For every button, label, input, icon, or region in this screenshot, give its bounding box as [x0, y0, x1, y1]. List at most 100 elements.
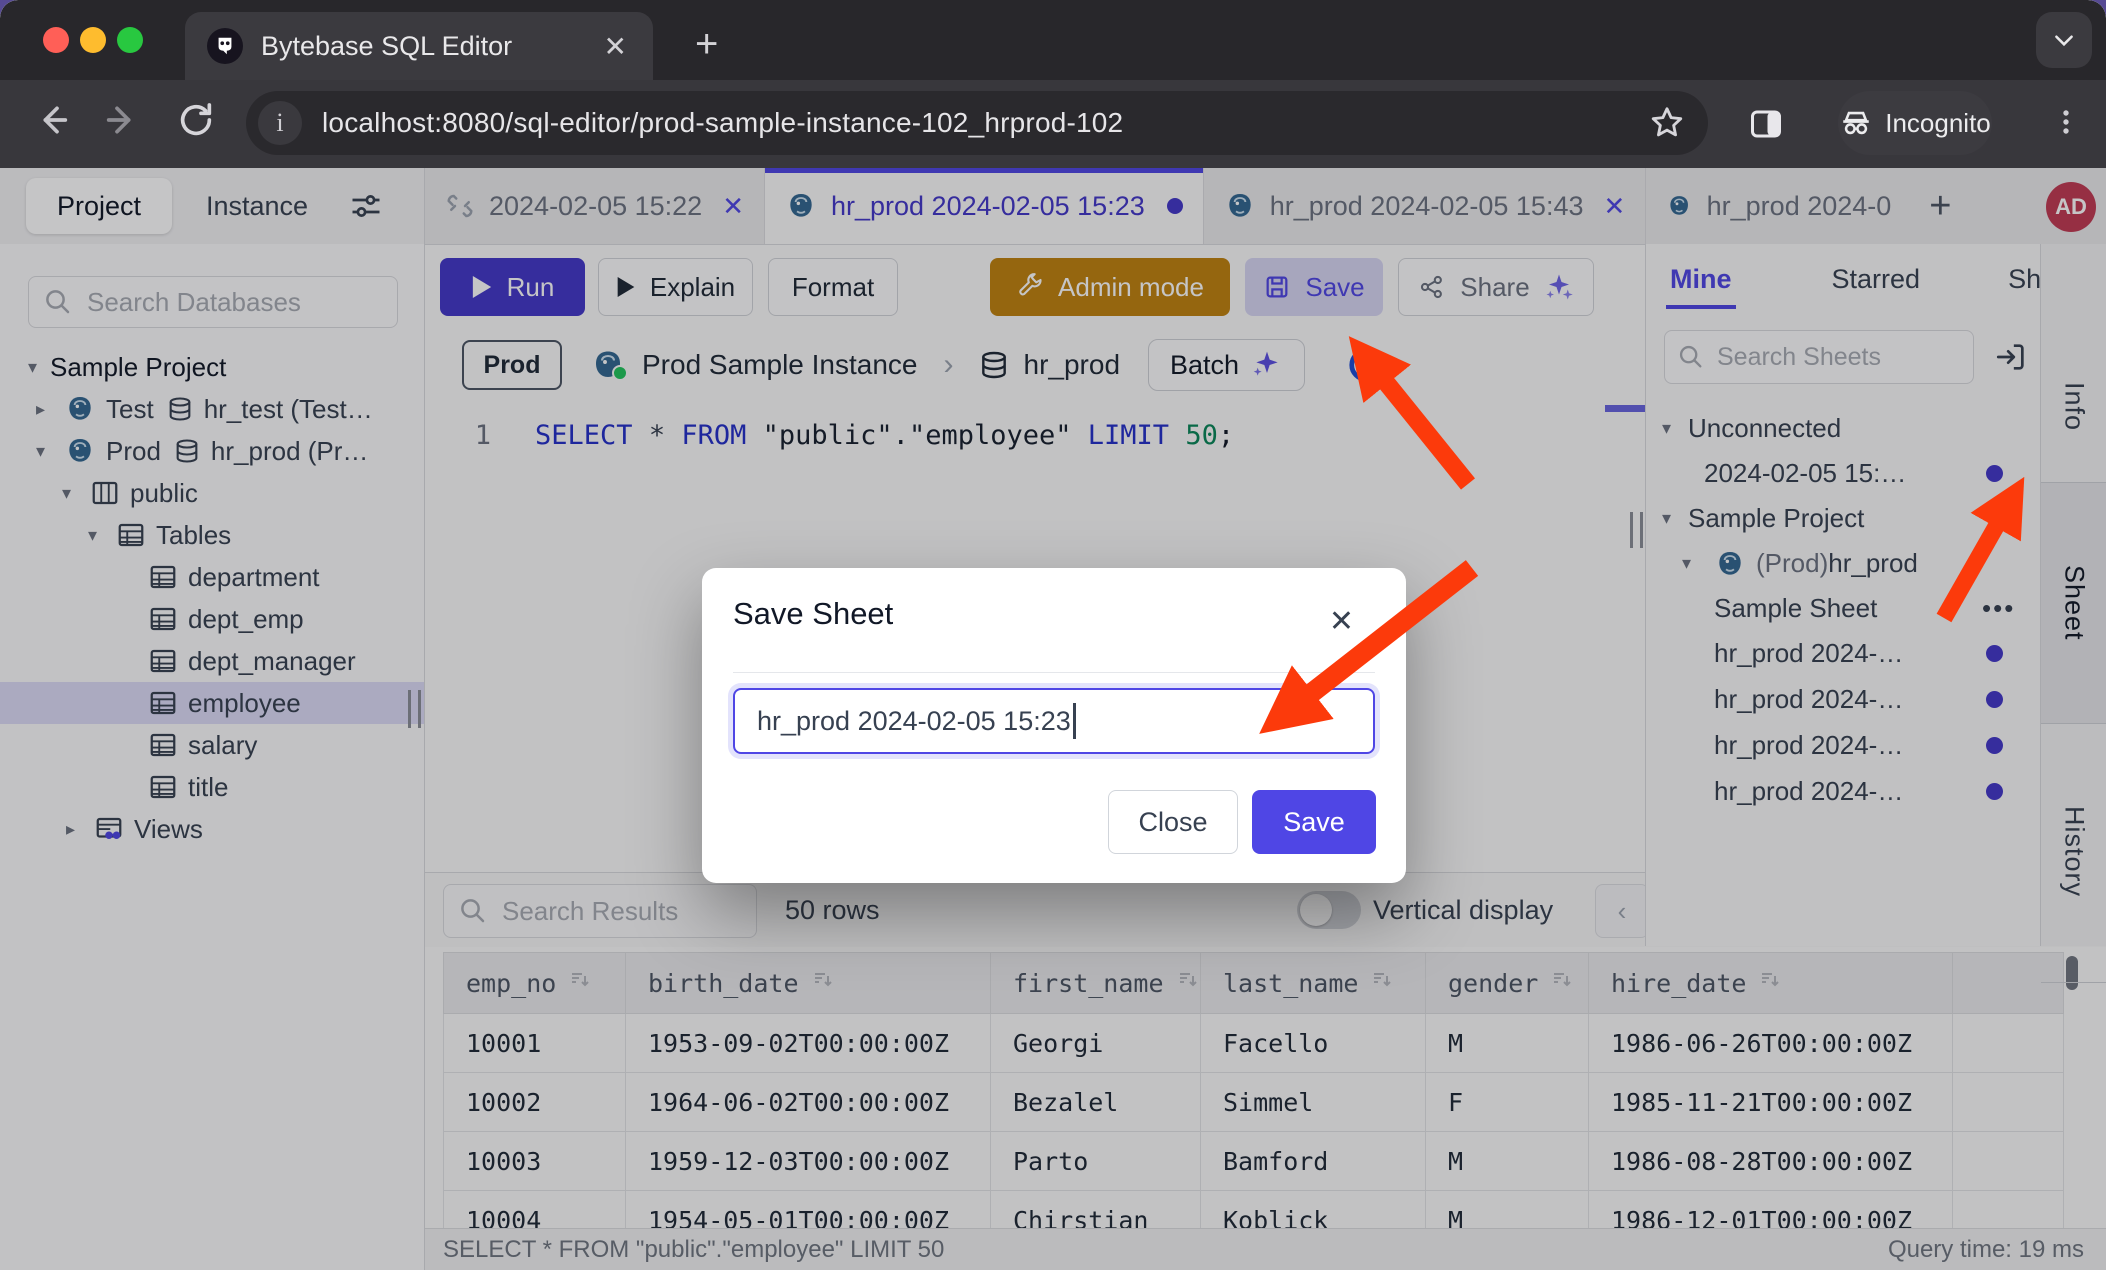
run-button[interactable]: Run	[440, 258, 585, 316]
rail-tab-history[interactable]: History	[2041, 722, 2106, 983]
tab-instance[interactable]: Instance	[172, 191, 342, 222]
column-header-gender[interactable]: gender	[1426, 953, 1589, 1014]
sort-icon[interactable]	[811, 968, 835, 992]
column-header-birth_date[interactable]: birth_date	[626, 953, 991, 1014]
search-results-input[interactable]: Search Results	[443, 884, 757, 938]
batch-button[interactable]: Batch	[1148, 339, 1305, 391]
editor-tab-2-active[interactable]: hr_prod 2024-02-05 15:23	[765, 168, 1204, 244]
table-cell[interactable]: Simmel	[1201, 1073, 1426, 1132]
table-cell[interactable]: Facello	[1201, 1014, 1426, 1073]
rail-tab-sheet[interactable]: Sheet	[2041, 482, 2106, 724]
sort-icon[interactable]	[1550, 968, 1574, 992]
tab-close-icon[interactable]: ✕	[604, 30, 627, 63]
close-tab-icon[interactable]: ✕	[1603, 191, 1625, 222]
chevron-down-icon[interactable]	[2036, 12, 2092, 68]
rail-tab-info[interactable]: Info	[2041, 332, 2106, 482]
tab-mine[interactable]: Mine	[1666, 250, 1736, 309]
table-cell[interactable]: Parto	[991, 1132, 1201, 1191]
table-cell[interactable]: Georgi	[991, 1014, 1201, 1073]
table-cell[interactable]: M	[1426, 1014, 1589, 1073]
tree-table-department[interactable]: department	[0, 556, 424, 598]
format-button[interactable]: Format	[768, 258, 898, 316]
tree-table-dept_manager[interactable]: dept_manager	[0, 640, 424, 682]
tree-table-title[interactable]: title	[0, 766, 424, 808]
back-icon[interactable]	[32, 100, 72, 140]
reload-icon[interactable]	[176, 100, 216, 140]
tree-caret-icon[interactable]: ▾	[1662, 508, 1688, 529]
tab-starred[interactable]: Starred	[1832, 264, 1921, 295]
table-cell[interactable]: 1985-11-21T00:00:00Z	[1589, 1073, 1953, 1132]
table-cell[interactable]: 10002	[444, 1073, 626, 1132]
tree-tables[interactable]: ▾Tables	[0, 514, 424, 556]
table-cell[interactable]: 10003	[444, 1132, 626, 1191]
import-sheet-icon[interactable]	[1994, 340, 2028, 374]
sort-icon[interactable]	[1176, 968, 1200, 992]
search-databases-input[interactable]: Search Databases	[28, 276, 398, 328]
vertical-display-toggle[interactable]	[1297, 891, 1361, 929]
tree-table-dept_emp[interactable]: dept_emp	[0, 598, 424, 640]
table-cell[interactable]: 1986-06-26T00:00:00Z	[1589, 1014, 1953, 1073]
sheet-db-hr-prod[interactable]: ▾(Prod) hr_prod	[1646, 541, 2041, 586]
prev-page-button[interactable]: ‹	[1595, 884, 1649, 938]
tree-schema-public[interactable]: ▾public	[0, 472, 424, 514]
column-header-first_name[interactable]: first_name	[991, 953, 1201, 1014]
tree-table-salary[interactable]: salary	[0, 724, 424, 766]
tree-caret-icon[interactable]: ▸	[66, 819, 88, 840]
side-panel-icon[interactable]	[1748, 106, 1784, 142]
editor-tab-3[interactable]: hr_prod 2024-02-05 15:43 ✕	[1204, 168, 1647, 244]
site-info-icon[interactable]: i	[258, 101, 302, 145]
table-cell[interactable]: M	[1426, 1132, 1589, 1191]
sort-icon[interactable]	[1758, 968, 1782, 992]
sheet-menu-icon[interactable]: •••	[1982, 593, 2015, 624]
table-cell[interactable]: F	[1426, 1073, 1589, 1132]
browser-menu-icon[interactable]	[2048, 104, 2084, 140]
tree-caret-icon[interactable]: ▸	[36, 399, 58, 420]
sheet-item[interactable]: 2024-02-05 15:…	[1646, 451, 2041, 496]
tree-caret-icon[interactable]: ▾	[1682, 553, 1708, 574]
tree-caret-icon[interactable]: ▾	[28, 357, 50, 378]
editor-tab-4[interactable]: hr_prod 2024-0	[1646, 168, 1911, 244]
table-row[interactable]: 100021964-06-02T00:00:00ZBezalelSimmelF1…	[444, 1073, 2064, 1132]
explain-button[interactable]: Explain	[598, 258, 753, 316]
minimize-window-button[interactable]	[80, 27, 106, 53]
tree-views[interactable]: ▸Views	[0, 808, 424, 850]
sidebar-resize-handle[interactable]	[408, 690, 421, 728]
sql-editor[interactable]: 1 SELECT * FROM "public"."employee" LIMI…	[425, 412, 1645, 458]
table-row[interactable]: 100011953-09-02T00:00:00ZGeorgiFacelloM1…	[444, 1014, 2064, 1073]
column-header-hire_date[interactable]: hire_date	[1589, 953, 1953, 1014]
close-window-button[interactable]	[43, 27, 69, 53]
table-cell[interactable]: 1986-08-28T00:00:00Z	[1589, 1132, 1953, 1191]
tree-db-hr-prod[interactable]: ▾Prodhr_prod (Pr…	[0, 430, 424, 472]
sheet-item-sample-sheet[interactable]: Sample Sheet•••	[1646, 586, 2041, 631]
search-sheets-input[interactable]: Search Sheets	[1664, 330, 1974, 384]
panel-resize-handle[interactable]	[1630, 512, 1643, 548]
table-cell[interactable]: 10001	[444, 1014, 626, 1073]
editor-tab-1[interactable]: 2024-02-05 15:22 ✕	[425, 168, 765, 244]
column-header-last_name[interactable]: last_name	[1201, 953, 1426, 1014]
table-cell[interactable]: Bamford	[1201, 1132, 1426, 1191]
tree-table-employee[interactable]: employee	[0, 682, 424, 724]
tree-db-hr-test[interactable]: ▸Testhr_test (Test…	[0, 388, 424, 430]
tree-project[interactable]: ▾Sample Project	[0, 346, 424, 388]
sheet-group-unconnected[interactable]: ▾Unconnected	[1646, 406, 2041, 451]
results-scrollbar[interactable]	[2066, 956, 2078, 1216]
dialog-save-button[interactable]: Save	[1252, 790, 1376, 854]
tree-caret-icon[interactable]: ▾	[62, 483, 84, 504]
sheet-name-input[interactable]: hr_prod 2024-02-05 15:23	[733, 688, 1375, 754]
column-header-emp_no[interactable]: emp_no	[444, 953, 626, 1014]
filter-sliders-icon[interactable]	[348, 188, 384, 224]
table-cell[interactable]: 1959-12-03T00:00:00Z	[626, 1132, 991, 1191]
forward-icon[interactable]	[102, 100, 142, 140]
avatar[interactable]: AD	[2046, 182, 2096, 232]
sort-icon[interactable]	[1370, 968, 1394, 992]
table-cell[interactable]: 1964-06-02T00:00:00Z	[626, 1073, 991, 1132]
tree-caret-icon[interactable]: ▾	[1662, 418, 1688, 439]
sheet-item[interactable]: hr_prod 2024-…	[1646, 723, 2041, 768]
table-cell[interactable]: Bezalel	[991, 1073, 1201, 1132]
sheet-item[interactable]: hr_prod 2024-…	[1646, 677, 2041, 722]
tab-project[interactable]: Project	[26, 178, 172, 234]
new-tab-button[interactable]: +	[695, 22, 718, 67]
tree-caret-icon[interactable]: ▾	[88, 525, 110, 546]
save-button[interactable]: Save	[1245, 258, 1383, 316]
table-row[interactable]: 100031959-12-03T00:00:00ZPartoBamfordM19…	[444, 1132, 2064, 1191]
